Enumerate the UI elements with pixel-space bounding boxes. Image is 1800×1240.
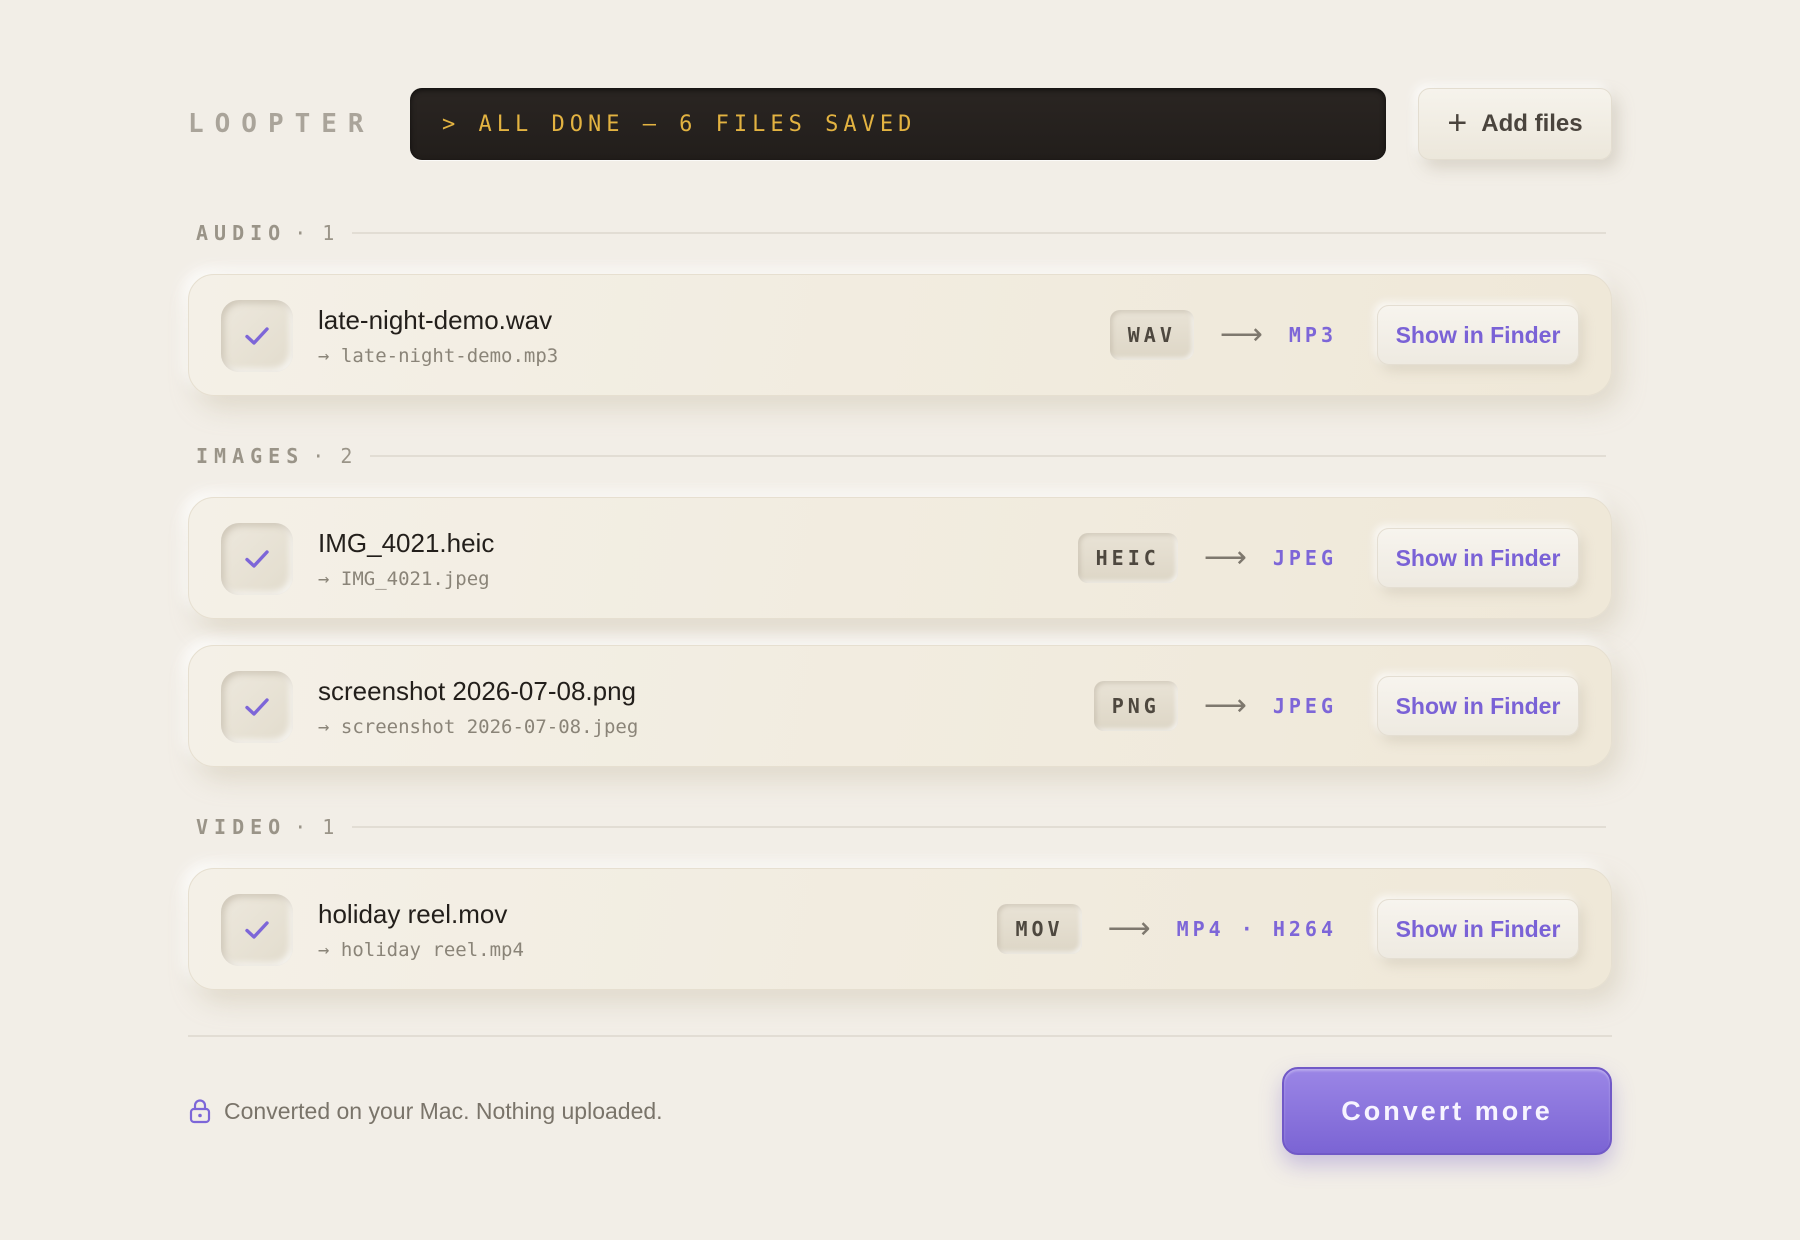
conversion-info: WAV ⟶ MP3 Show in Finder <box>1109 275 1579 395</box>
file-name: holiday reel.mov <box>318 899 508 929</box>
header: LOOPTER > ALL DONE — 6 FILES SAVED + Add… <box>188 88 1612 160</box>
arrow-right-icon: ⟶ <box>1219 318 1263 351</box>
output-file-name: → holiday reel.mp4 <box>318 939 524 961</box>
section-header-video: VIDEO · 1 <box>196 815 1606 839</box>
app-logo: LOOPTER <box>188 109 375 139</box>
file-row: late-night-demo.wav → late-night-demo.mp… <box>188 274 1612 396</box>
show-in-finder-button[interactable]: Show in Finder <box>1377 528 1579 588</box>
section-divider <box>352 232 1606 234</box>
lock-icon <box>188 1098 212 1124</box>
checkmark-icon <box>221 523 293 595</box>
target-format: MP3 <box>1288 323 1337 347</box>
privacy-note: Converted on your Mac. Nothing uploaded. <box>188 1098 663 1125</box>
section-count: · 1 <box>294 815 337 839</box>
source-format-badge: PNG <box>1093 681 1178 731</box>
footer-divider <box>188 1035 1612 1037</box>
section-count: · 2 <box>312 444 355 468</box>
section-divider <box>370 455 1606 457</box>
section-title: VIDEO <box>196 815 287 839</box>
file-name: screenshot 2026-07-08.png <box>318 676 637 706</box>
arrow-right-icon: ⟶ <box>1203 541 1247 574</box>
plus-icon: + <box>1447 103 1468 142</box>
show-in-finder-button[interactable]: Show in Finder <box>1377 676 1579 736</box>
section-title: IMAGES <box>196 444 305 468</box>
checkmark-icon <box>221 671 293 743</box>
output-file-name: → IMG_4021.jpeg <box>318 568 490 590</box>
conversion-info: MOV ⟶ MP4 · H264 Show in Finder <box>997 869 1579 989</box>
privacy-text: Converted on your Mac. Nothing uploaded. <box>224 1097 663 1124</box>
app-window: LOOPTER > ALL DONE — 6 FILES SAVED + Add… <box>188 88 1612 1155</box>
show-in-finder-button[interactable]: Show in Finder <box>1377 305 1579 365</box>
file-row: IMG_4021.heic → IMG_4021.jpeg HEIC ⟶ JPE… <box>188 497 1612 619</box>
conversion-info: PNG ⟶ JPEG Show in Finder <box>1093 646 1579 766</box>
source-format-badge: WAV <box>1109 310 1194 360</box>
file-row: screenshot 2026-07-08.png → screenshot 2… <box>188 645 1612 767</box>
section-header-images: IMAGES · 2 <box>196 444 1606 468</box>
file-name: IMG_4021.heic <box>318 528 495 558</box>
show-in-finder-button[interactable]: Show in Finder <box>1377 899 1579 959</box>
file-row: holiday reel.mov → holiday reel.mp4 MOV … <box>188 868 1612 990</box>
add-files-button[interactable]: + Add files <box>1418 88 1612 160</box>
target-format: JPEG <box>1272 546 1337 570</box>
add-files-label: Add files <box>1481 110 1583 137</box>
checkmark-icon <box>221 300 293 372</box>
arrow-right-icon: ⟶ <box>1203 689 1247 722</box>
status-display: > ALL DONE — 6 FILES SAVED <box>410 88 1386 160</box>
target-format: JPEG <box>1272 694 1337 718</box>
source-format-badge: MOV <box>997 904 1082 954</box>
source-format-badge: HEIC <box>1077 533 1178 583</box>
output-file-name: → screenshot 2026-07-08.jpeg <box>318 716 639 738</box>
section-title: AUDIO <box>196 221 287 245</box>
section-count: · 1 <box>294 221 337 245</box>
convert-more-button[interactable]: Convert more <box>1282 1067 1612 1155</box>
section-header-audio: AUDIO · 1 <box>196 221 1606 245</box>
checkmark-icon <box>221 894 293 966</box>
target-format: MP4 · H264 <box>1176 917 1337 941</box>
section-divider <box>352 826 1606 828</box>
footer: Converted on your Mac. Nothing uploaded.… <box>188 1067 1612 1155</box>
file-name: late-night-demo.wav <box>318 305 553 335</box>
conversion-info: HEIC ⟶ JPEG Show in Finder <box>1077 498 1579 618</box>
arrow-right-icon: ⟶ <box>1107 912 1151 945</box>
output-file-name: → late-night-demo.mp3 <box>318 345 559 367</box>
